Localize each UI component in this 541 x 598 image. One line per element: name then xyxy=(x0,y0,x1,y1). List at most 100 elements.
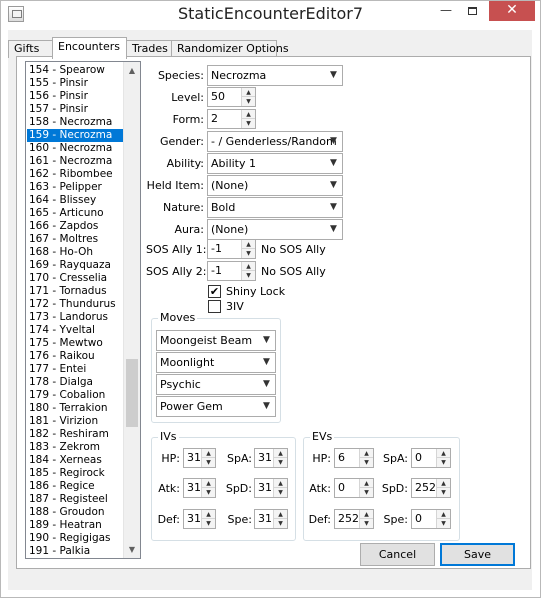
form-spinner[interactable]: ▲ ▼ xyxy=(241,110,255,128)
list-item[interactable]: 187 - Registeel xyxy=(27,493,123,506)
sos-ally-2-input[interactable]: -1 ▲ ▼ xyxy=(207,261,256,281)
spin-up-icon[interactable]: ▲ xyxy=(360,479,373,488)
ev-spd-spinner[interactable]: ▲ ▼ xyxy=(436,479,450,497)
iv-spe-spinner[interactable]: ▲ ▼ xyxy=(273,510,287,528)
move-1-combo[interactable]: Moongeist Beam ▼ xyxy=(156,330,276,351)
ev-spa-input[interactable]: 0 ▲ ▼ xyxy=(411,448,451,468)
ev-spd-input[interactable]: 252 ▲ ▼ xyxy=(411,478,451,498)
minimize-button[interactable]: — xyxy=(433,1,459,21)
spin-up-icon[interactable]: ▲ xyxy=(242,240,255,249)
spin-down-icon[interactable]: ▼ xyxy=(202,458,215,467)
save-button[interactable]: Save xyxy=(440,543,515,566)
list-item[interactable]: 164 - Blissey xyxy=(27,194,123,207)
list-item[interactable]: 173 - Landorus xyxy=(27,311,123,324)
list-item[interactable]: 167 - Moltres xyxy=(27,233,123,246)
spin-up-icon[interactable]: ▲ xyxy=(242,110,255,119)
move-3-combo[interactable]: Psychic ▼ xyxy=(156,374,276,395)
list-item[interactable]: 156 - Pinsir xyxy=(27,90,123,103)
form-input[interactable]: 2 ▲ ▼ xyxy=(207,109,256,129)
list-item[interactable]: 182 - Reshiram xyxy=(27,428,123,441)
nature-combo[interactable]: Bold ▼ xyxy=(207,197,343,218)
list-item[interactable]: 170 - Cresselia xyxy=(27,272,123,285)
spin-down-icon[interactable]: ▼ xyxy=(274,519,287,528)
iv-spa-spinner[interactable]: ▲ ▼ xyxy=(273,449,287,467)
move-4-combo[interactable]: Power Gem ▼ xyxy=(156,396,276,417)
ev-atk-spinner[interactable]: ▲ ▼ xyxy=(359,479,373,497)
list-item[interactable]: 176 - Raikou xyxy=(27,350,123,363)
list-item[interactable]: 191 - Palkia xyxy=(27,545,123,558)
spin-up-icon[interactable]: ▲ xyxy=(360,510,373,519)
list-item[interactable]: 165 - Articuno xyxy=(27,207,123,220)
spin-up-icon[interactable]: ▲ xyxy=(242,262,255,271)
list-item[interactable]: 163 - Pelipper xyxy=(27,181,123,194)
list-item[interactable]: 166 - Zapdos xyxy=(27,220,123,233)
shiny-lock-checkbox[interactable]: ✔ xyxy=(208,285,221,298)
spin-up-icon[interactable]: ▲ xyxy=(242,88,255,97)
level-input[interactable]: 50 ▲ ▼ xyxy=(207,87,256,107)
aura-combo[interactable]: (None) ▼ xyxy=(207,219,343,240)
held-item-combo[interactable]: (None) ▼ xyxy=(207,175,343,196)
spin-down-icon[interactable]: ▼ xyxy=(274,458,287,467)
tab-encounters[interactable]: Encounters xyxy=(52,37,127,59)
move-2-combo[interactable]: Moonlight ▼ xyxy=(156,352,276,373)
spin-down-icon[interactable]: ▼ xyxy=(360,488,373,497)
list-item[interactable]: 179 - Cobalion xyxy=(27,389,123,402)
list-item[interactable]: 174 - Yveltal xyxy=(27,324,123,337)
list-item[interactable]: 161 - Necrozma xyxy=(27,155,123,168)
spin-down-icon[interactable]: ▼ xyxy=(360,519,373,528)
scroll-thumb[interactable] xyxy=(126,359,138,427)
list-item[interactable]: 169 - Rayquaza xyxy=(27,259,123,272)
ev-spe-input[interactable]: 0 ▲ ▼ xyxy=(411,509,451,529)
sos-ally-1-spinner[interactable]: ▲ ▼ xyxy=(241,240,255,258)
list-item[interactable]: 188 - Groudon xyxy=(27,506,123,519)
gender-combo[interactable]: - / Genderless/Random ▼ xyxy=(207,131,343,152)
list-item[interactable]: 158 - Necrozma xyxy=(27,116,123,129)
spin-down-icon[interactable]: ▼ xyxy=(437,488,450,497)
iv-spd-spinner[interactable]: ▲ ▼ xyxy=(273,479,287,497)
ev-hp-spinner[interactable]: ▲ ▼ xyxy=(359,449,373,467)
spin-down-icon[interactable]: ▼ xyxy=(242,119,255,128)
ability-combo[interactable]: Ability 1 ▼ xyxy=(207,153,343,174)
list-item[interactable]: 190 - Regigigas xyxy=(27,532,123,545)
species-combo[interactable]: Necrozma ▼ xyxy=(207,65,343,86)
scroll-down-icon[interactable]: ▼ xyxy=(124,541,140,558)
ev-atk-input[interactable]: 0 ▲ ▼ xyxy=(334,478,374,498)
iv-spa-input[interactable]: 31 ▲ ▼ xyxy=(254,448,288,468)
spin-down-icon[interactable]: ▼ xyxy=(242,271,255,280)
spin-down-icon[interactable]: ▼ xyxy=(242,249,255,258)
list-item[interactable]: 175 - Mewtwo xyxy=(27,337,123,350)
list-item[interactable]: 184 - Xerneas xyxy=(27,454,123,467)
spin-up-icon[interactable]: ▲ xyxy=(202,510,215,519)
sos-ally-1-input[interactable]: -1 ▲ ▼ xyxy=(207,239,256,259)
three-iv-checkbox[interactable] xyxy=(208,300,221,313)
cancel-button[interactable]: Cancel xyxy=(360,543,435,566)
iv-spd-input[interactable]: 31 ▲ ▼ xyxy=(254,478,288,498)
spin-down-icon[interactable]: ▼ xyxy=(437,519,450,528)
list-item[interactable]: 189 - Heatran xyxy=(27,519,123,532)
list-item[interactable]: 186 - Regice xyxy=(27,480,123,493)
spin-down-icon[interactable]: ▼ xyxy=(202,519,215,528)
spin-up-icon[interactable]: ▲ xyxy=(360,449,373,458)
ev-hp-input[interactable]: 6 ▲ ▼ xyxy=(334,448,374,468)
level-spinner[interactable]: ▲ ▼ xyxy=(241,88,255,106)
list-item[interactable]: 160 - Necrozma xyxy=(27,142,123,155)
list-item[interactable]: 180 - Terrakion xyxy=(27,402,123,415)
list-item[interactable]: 162 - Ribombee xyxy=(27,168,123,181)
close-button[interactable]: ✕ xyxy=(489,1,535,21)
iv-spe-input[interactable]: 31 ▲ ▼ xyxy=(254,509,288,529)
spin-up-icon[interactable]: ▲ xyxy=(202,449,215,458)
list-scrollbar[interactable]: ▲ ▼ xyxy=(123,62,140,558)
spin-up-icon[interactable]: ▲ xyxy=(437,479,450,488)
spin-up-icon[interactable]: ▲ xyxy=(274,510,287,519)
encounter-listbox[interactable]: 154 - Spearow 155 - Pinsir 156 - Pinsir 157… xyxy=(25,61,141,559)
scroll-up-icon[interactable]: ▲ xyxy=(124,62,140,79)
ev-spa-spinner[interactable]: ▲ ▼ xyxy=(436,449,450,467)
spin-down-icon[interactable]: ▼ xyxy=(202,488,215,497)
list-item[interactable]: 185 - Regirock xyxy=(27,467,123,480)
spin-down-icon[interactable]: ▼ xyxy=(360,458,373,467)
list-item[interactable]: 177 - Entei xyxy=(27,363,123,376)
spin-up-icon[interactable]: ▲ xyxy=(274,449,287,458)
list-item[interactable]: 168 - Ho-Oh xyxy=(27,246,123,259)
iv-def-spinner[interactable]: ▲ ▼ xyxy=(201,510,215,528)
spin-up-icon[interactable]: ▲ xyxy=(437,449,450,458)
